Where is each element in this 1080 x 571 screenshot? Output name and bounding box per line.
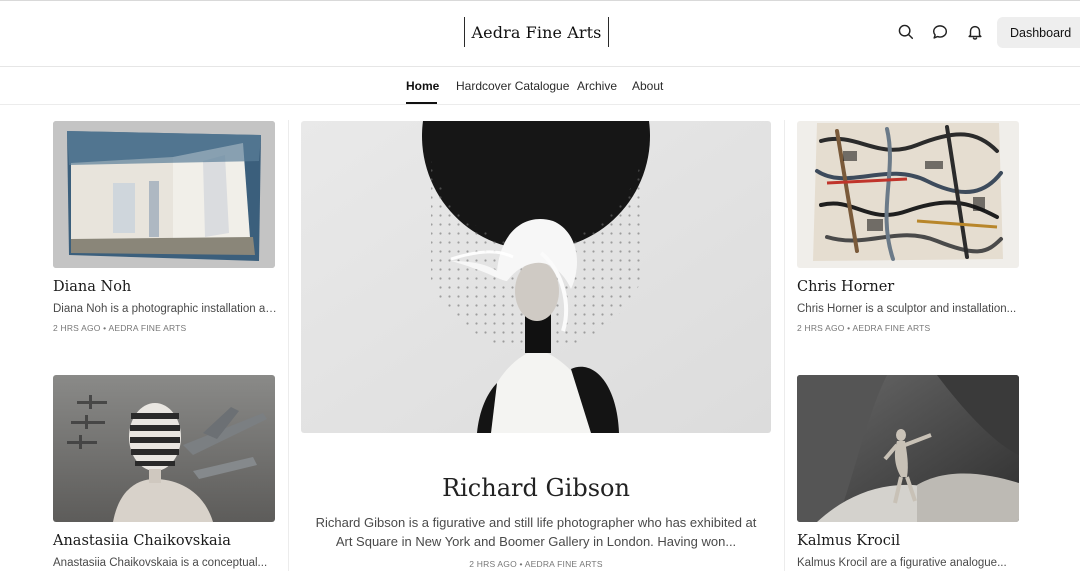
post-title[interactable]: Anastasiia Chaikovskaia xyxy=(53,533,231,549)
search-icon[interactable] xyxy=(896,22,916,42)
post-title[interactable]: Diana Noh xyxy=(53,279,131,295)
dashboard-button[interactable]: Dashboard xyxy=(997,17,1080,48)
post-excerpt: Chris Horner is a sculptor and installat… xyxy=(797,303,1017,315)
nav-about[interactable]: About xyxy=(632,79,663,93)
featured-post-meta: 2 HRS AGO • AEDRA FINE ARTS xyxy=(469,559,603,569)
post-excerpt: Diana Noh is a photographic installation… xyxy=(53,303,277,315)
nav-hardcover-catalogue[interactable]: Hardcover Catalogue xyxy=(456,79,569,93)
column-divider-left xyxy=(288,120,289,571)
post-thumbnail-kalmus-krocil[interactable] xyxy=(797,375,1019,522)
post-thumbnail-anastasiia-chaikovskaia[interactable] xyxy=(53,375,275,522)
featured-post-excerpt: Richard Gibson is a figurative and still… xyxy=(315,515,757,549)
nav-home[interactable]: Home xyxy=(406,79,439,93)
brand-title[interactable]: Aedra Fine Arts xyxy=(472,23,602,42)
column-divider-right xyxy=(784,120,785,571)
site-header: Aedra Fine Arts Dashboard xyxy=(0,1,1080,67)
active-nav-indicator xyxy=(406,102,437,104)
nav-archive[interactable]: Archive xyxy=(577,79,617,93)
brand-logo[interactable]: Aedra Fine Arts xyxy=(464,17,609,47)
post-title[interactable]: Kalmus Krocil xyxy=(797,533,900,549)
featured-post-title[interactable]: Richard Gibson xyxy=(301,474,771,502)
main-nav: Home Hardcover Catalogue Archive About xyxy=(0,67,1080,105)
chat-bubble-icon[interactable] xyxy=(930,22,950,42)
post-thumbnail-chris-horner[interactable] xyxy=(797,121,1019,268)
post-meta: 2 HRS AGO • AEDRA FINE ARTS xyxy=(797,323,931,333)
post-excerpt: Kalmus Krocil are a figurative analogue.… xyxy=(797,557,1007,569)
featured-post-image[interactable] xyxy=(301,121,771,433)
post-title[interactable]: Chris Horner xyxy=(797,279,894,295)
post-thumbnail-diana-noh[interactable] xyxy=(53,121,275,268)
bell-icon[interactable] xyxy=(965,22,985,42)
post-meta: 2 HRS AGO • AEDRA FINE ARTS xyxy=(53,323,187,333)
post-excerpt: Anastasiia Chaikovskaia is a conceptual.… xyxy=(53,557,268,569)
